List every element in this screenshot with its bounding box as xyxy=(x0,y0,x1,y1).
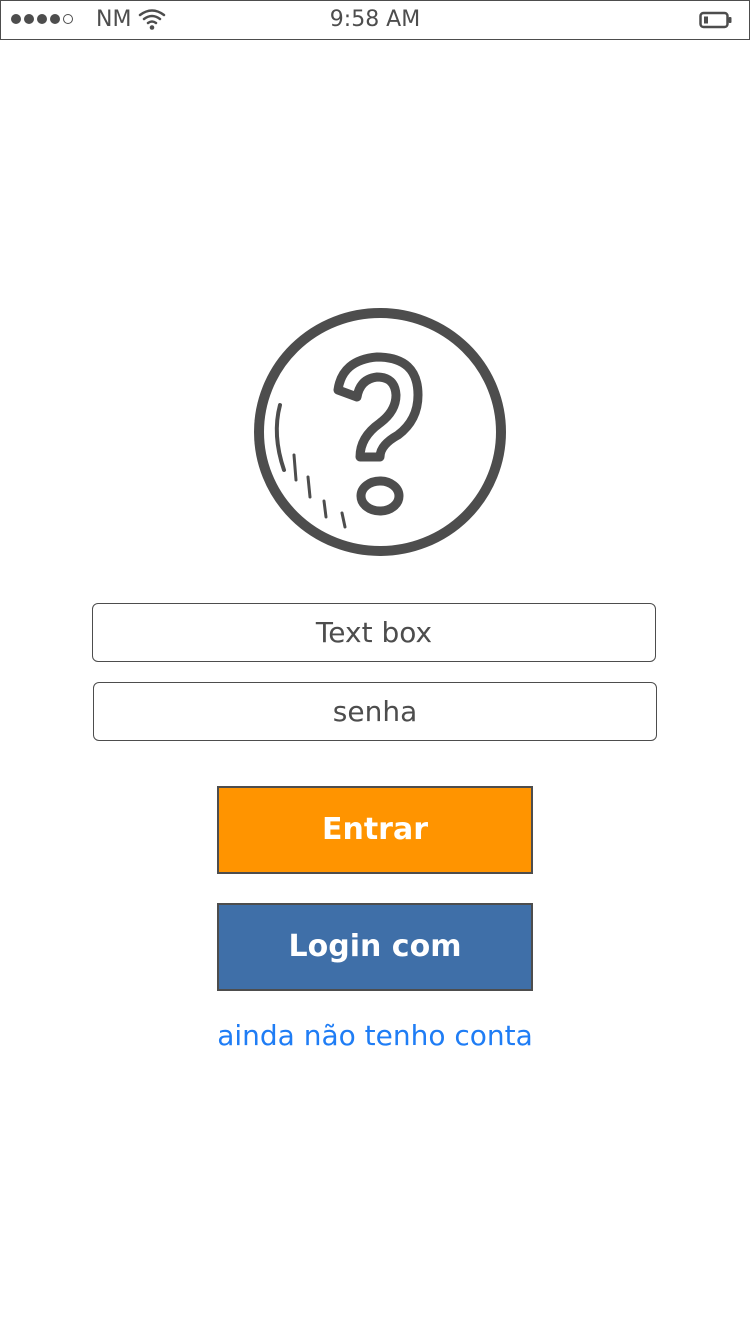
facebook-login-button[interactable]: Login com facebook xyxy=(217,903,533,1048)
enter-button[interactable]: Entrar xyxy=(217,786,533,874)
signup-link[interactable]: ainda não tenho conta xyxy=(0,1014,750,1058)
status-time: 9:58 AM xyxy=(329,7,421,32)
password-field[interactable]: senha xyxy=(93,682,657,741)
username-field[interactable]: Text box xyxy=(92,603,656,662)
battery-icon xyxy=(699,11,732,29)
question-mark-icon xyxy=(254,308,506,556)
status-bar: NM 9:58 AM xyxy=(0,0,750,40)
